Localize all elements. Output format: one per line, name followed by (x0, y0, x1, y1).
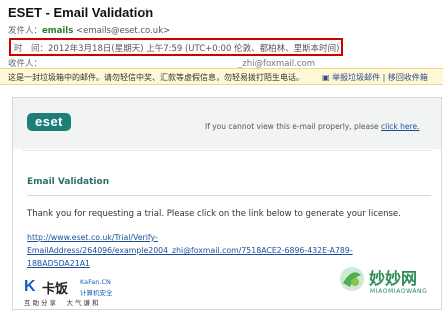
kafan-slogan: 互助分享 大气谦和 (24, 299, 101, 307)
cant-view-text: If you cannot view this e-mail properly,… (205, 122, 382, 131)
watermark-sub: MIAOMIAOWANG (370, 288, 428, 295)
kafan-logo-icon: K (24, 278, 36, 295)
report-spam-icon: ▣ (322, 73, 330, 82)
eset-logo: eset (27, 113, 71, 131)
move-to-inbox-link[interactable]: 移回收件箱 (388, 73, 428, 82)
email-viewer: { "header": { "title": "ESET - Email Val… (0, 0, 443, 310)
email-body-text: Thank you for requesting a trial. Please… (27, 209, 401, 219)
verify-link-line-1[interactable]: http://www.eset.co.uk/Trial/Verify- (27, 233, 158, 242)
cant-view-notice: If you cannot view this e-mail properly,… (205, 122, 419, 131)
link-separator: | (382, 73, 386, 82)
report-spam-link[interactable]: 举报垃圾邮件 (332, 73, 380, 82)
miaomiao-logo-icon (340, 267, 364, 291)
spam-warning-text: 这是一封垃圾箱中的邮件。请勿轻信中奖、汇款等虚假信息，勿轻易拨打陌生电话。 (8, 73, 304, 82)
verify-link-line-3[interactable]: 18BAD5DA21A1 (27, 259, 90, 268)
header-divider (22, 150, 432, 151)
section-divider (27, 195, 431, 196)
click-here-link[interactable]: click here. (381, 122, 419, 131)
sender-name[interactable]: emails (42, 26, 73, 36)
kafan-brand-name: 卡饭 (42, 282, 69, 297)
kafan-tagline-cn: 计算机安全 (80, 289, 113, 297)
sender-label: 发件人： (8, 26, 43, 36)
email-subject: ESET - Email Validation (8, 5, 154, 20)
star-icon[interactable]: ☆ (141, 5, 152, 19)
section-title: Email Validation (27, 177, 110, 187)
sender-row: 发件人：emails <emails@eset.co.uk> (8, 24, 170, 36)
kafan-domain: KaFan.CN (80, 278, 111, 286)
watermark-name: 妙妙网 (369, 269, 418, 288)
sender-email[interactable]: <emails@eset.co.uk> (76, 26, 170, 36)
spam-warning-bar: 这是一封垃圾箱中的邮件。请勿轻信中奖、汇款等虚假信息，勿轻易拨打陌生电话。 ▣ … (0, 68, 443, 85)
spam-warning-links: ▣ 举报垃圾邮件 | 移回收件箱 (322, 72, 428, 83)
verify-link-line-2[interactable]: EmailAddress/264096/example2004_zhi@foxm… (27, 246, 353, 255)
time-highlight-box (9, 38, 343, 56)
